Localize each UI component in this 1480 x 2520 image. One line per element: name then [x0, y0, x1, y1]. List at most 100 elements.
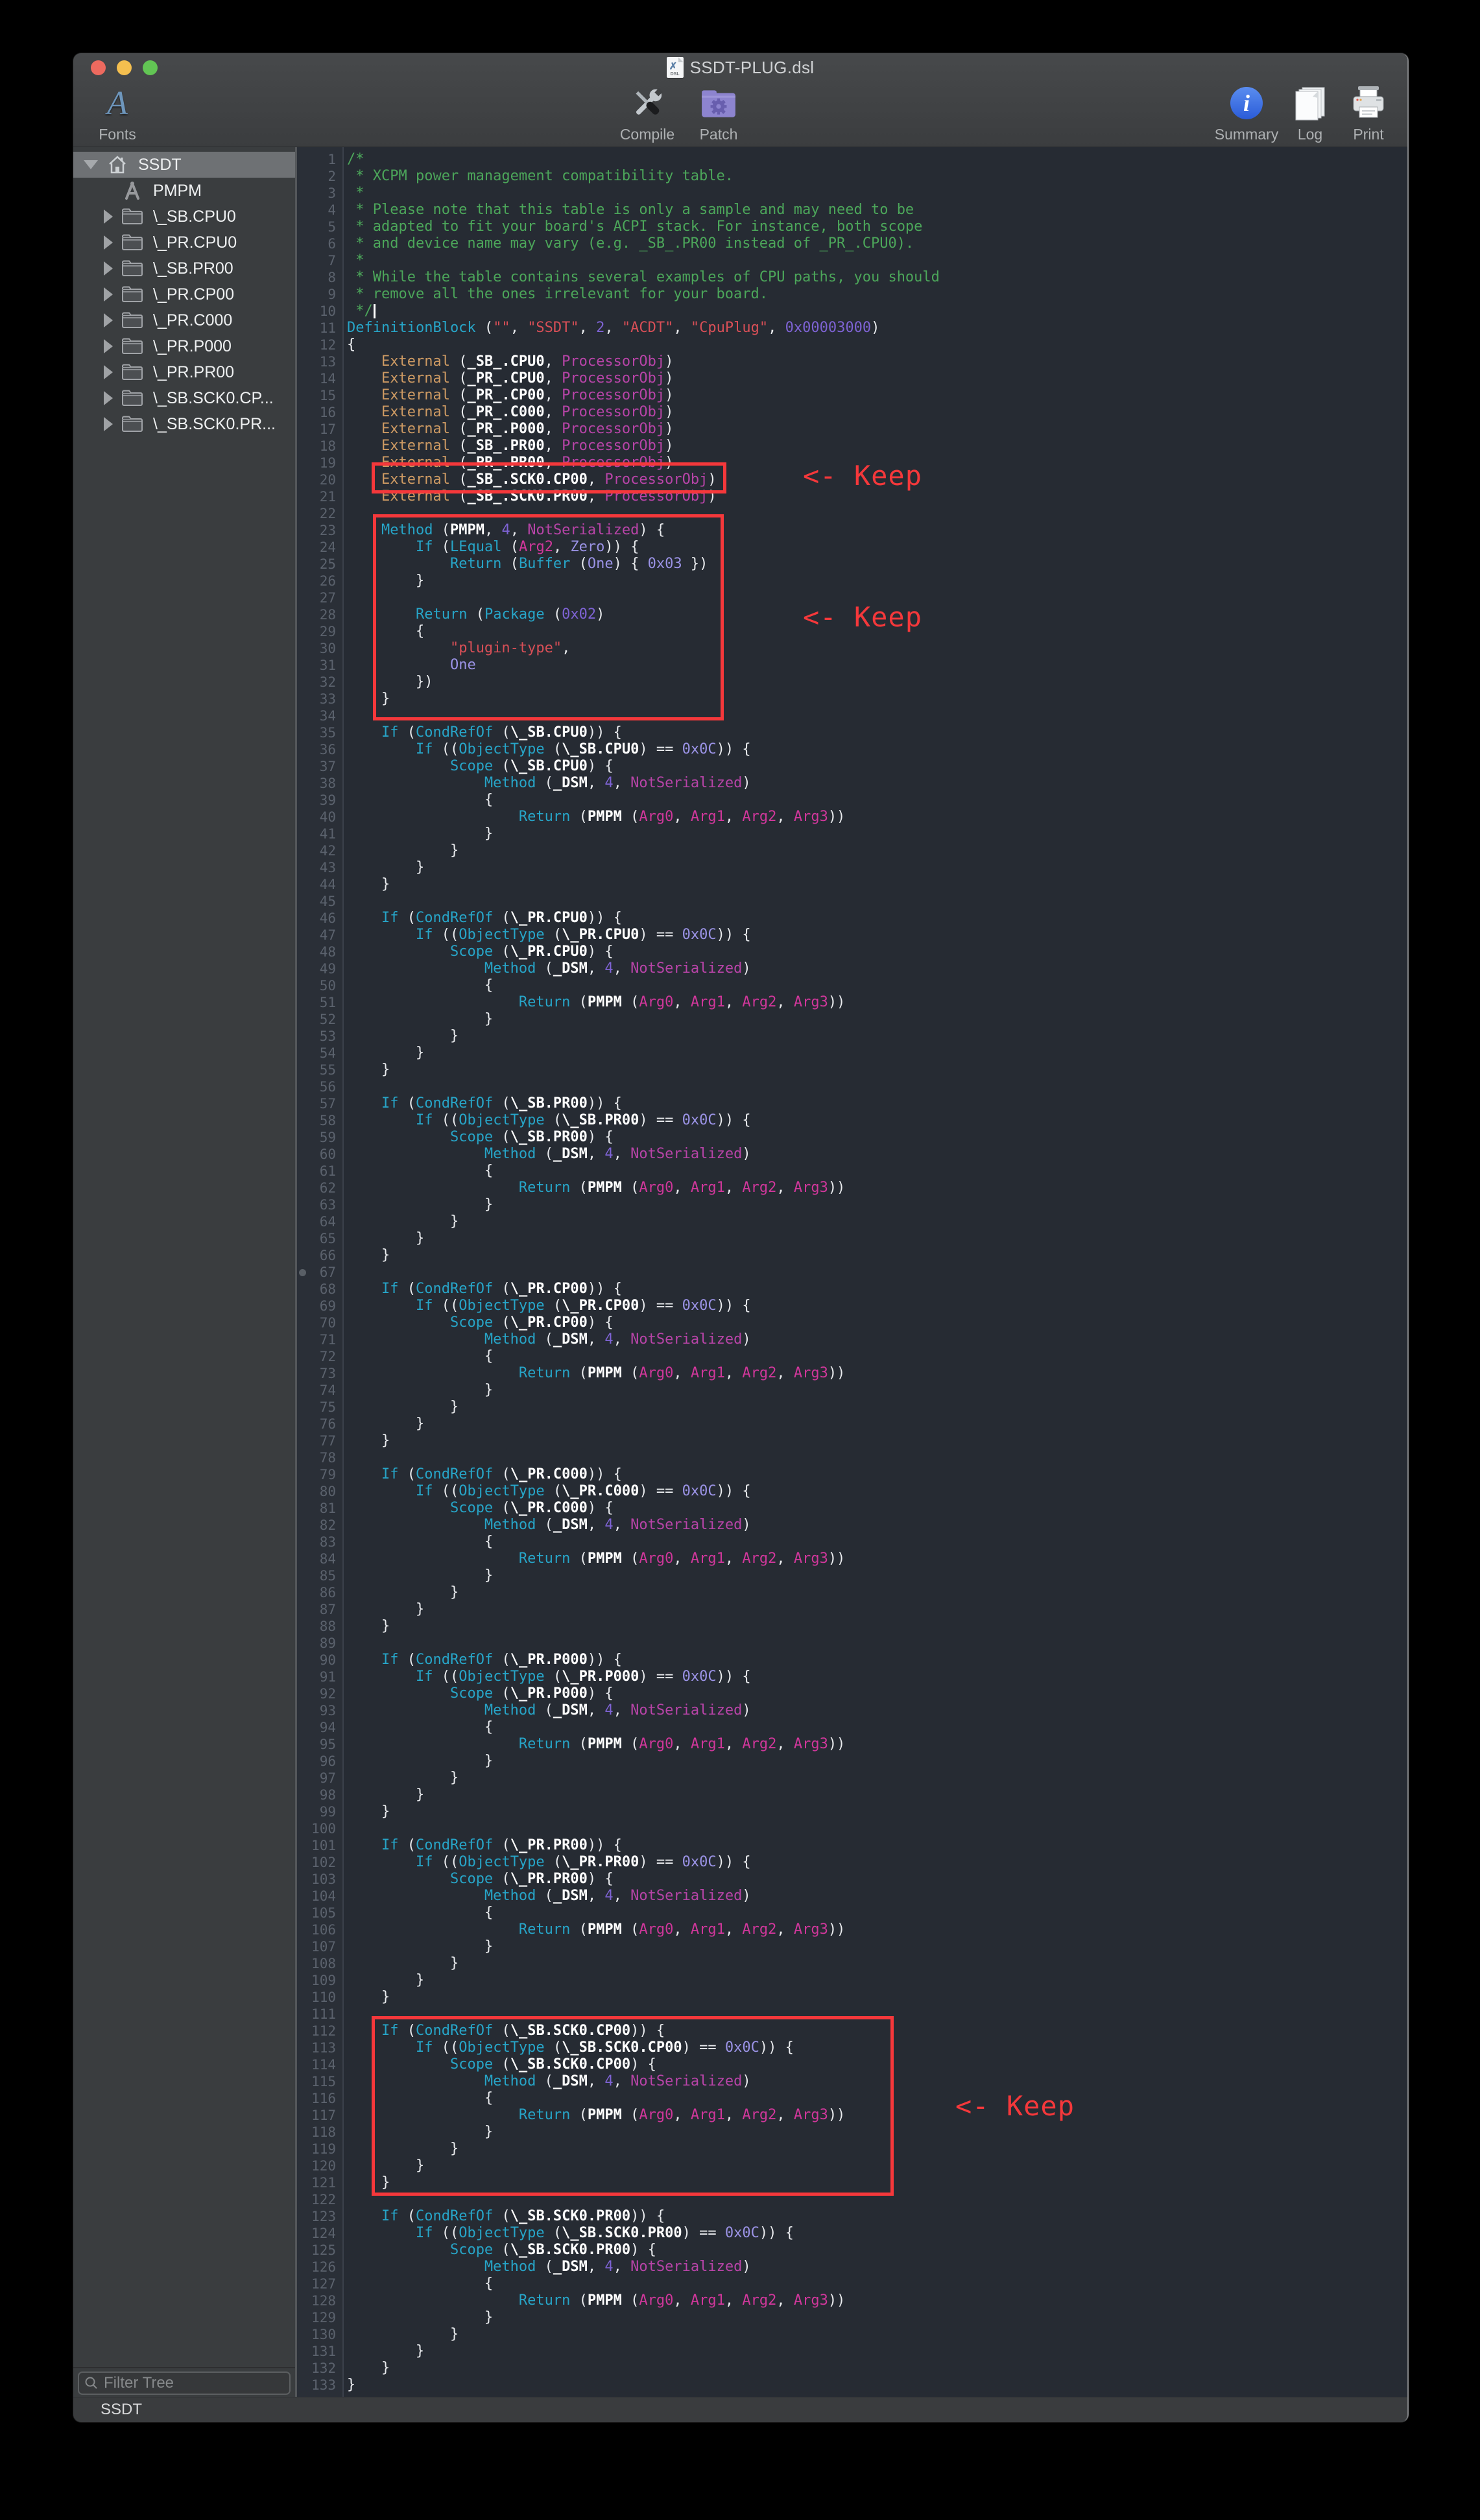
statusbar: SSDT [73, 2397, 1407, 2422]
code-line: * [347, 252, 1407, 269]
sidebar-item-ssdt[interactable]: SSDT [73, 152, 295, 178]
code-line: If (CondRefOf (\_SB.PR00)) { [347, 1095, 1407, 1112]
titlebar[interactable]: ✗ DSL SSDT-PLUG.dsl [73, 53, 1407, 82]
sidebar-item-sbcpu0[interactable]: \_SB.CPU0 [73, 204, 295, 230]
code-line: } [347, 2360, 1407, 2377]
filter-tree-input[interactable]: Filter Tree [78, 2371, 291, 2395]
fonts-label: Fonts [99, 126, 136, 143]
code-line: Scope (\_PR.PR00) { [347, 1871, 1407, 1888]
print-button[interactable]: Print [1341, 83, 1396, 143]
sidebar-item-label: \_PR.CPU0 [153, 233, 237, 252]
code-line: } [347, 1416, 1407, 1432]
code-line: } [347, 1989, 1407, 2006]
disclosure-right-icon[interactable] [104, 235, 113, 250]
code-line: } [347, 1787, 1407, 1803]
code-line: } [347, 2343, 1407, 2360]
code-line: Return (PMPM (Arg0, Arg1, Arg2, Arg3)) [347, 1551, 1407, 1567]
compile-button[interactable]: Compile [615, 83, 680, 143]
sidebar-item-label: \_SB.SCK0.PR... [153, 415, 276, 434]
code-line: Return (PMPM (Arg0, Arg1, Arg2, Arg3)) [347, 1921, 1407, 1938]
svg-text:i: i [1243, 90, 1250, 116]
sidebar-item-prpr00[interactable]: \_PR.PR00 [73, 359, 295, 385]
code-line: If ((ObjectType (\_SB.CPU0) == 0x0C)) { [347, 741, 1407, 758]
log-button[interactable]: Log [1284, 83, 1336, 143]
code-line: If ((ObjectType (\_SB.PR00) == 0x0C)) { [347, 1112, 1407, 1129]
sidebar-item-label: \_PR.C000 [153, 311, 232, 330]
log-icon [1292, 83, 1328, 123]
folder-icon [121, 286, 144, 303]
window-title: SSDT-PLUG.dsl [690, 58, 815, 78]
app-window: ✗ DSL SSDT-PLUG.dsl A Fonts [73, 53, 1409, 2422]
code-line: } [347, 1399, 1407, 1416]
sidebar-item-prp000[interactable]: \_PR.P000 [73, 333, 295, 359]
code-line: Return (PMPM (Arg0, Arg1, Arg2, Arg3)) [347, 994, 1407, 1011]
code-line: } [347, 2377, 1407, 2394]
search-icon [84, 2376, 99, 2390]
sidebar-item-prcp00[interactable]: \_PR.CP00 [73, 281, 295, 307]
code-line: } [347, 1196, 1407, 1213]
toolbar: A Fonts [73, 82, 1407, 147]
code-line: } [347, 1753, 1407, 1770]
disclosure-right-icon[interactable] [104, 365, 113, 379]
code-line: Scope (\_SB.SCK0.PR00) { [347, 2242, 1407, 2259]
summary-button[interactable]: i Summary [1214, 83, 1279, 143]
code-line: } [347, 1432, 1407, 1449]
code-line: External (_PR_.C000, ProcessorObj) [347, 404, 1407, 421]
disclosure-right-icon[interactable] [104, 417, 113, 431]
disclosure-right-icon[interactable] [104, 209, 113, 224]
code-line: If (CondRefOf (\_PR.CP00)) { [347, 1281, 1407, 1298]
keep-annotation-2: <- Keep [803, 601, 922, 633]
code-line [347, 1449, 1407, 1466]
code-line: } [347, 876, 1407, 893]
folder-icon [121, 338, 144, 355]
code-line: Return (PMPM (Arg0, Arg1, Arg2, Arg3)) [347, 1180, 1407, 1196]
disclosure-down-icon[interactable] [84, 160, 98, 169]
disclosure-right-icon[interactable] [104, 391, 113, 405]
sidebar-item-sbsck0cp[interactable]: \_SB.SCK0.CP... [73, 385, 295, 411]
code-line: Method (_DSM, 4, NotSerialized) [347, 1331, 1407, 1348]
code-line: { [347, 1905, 1407, 1921]
code-line: If (CondRefOf (\_PR.CPU0)) { [347, 910, 1407, 927]
annotation-box-external [372, 462, 726, 493]
code-line: If ((ObjectType (\_PR.P000) == 0x0C)) { [347, 1669, 1407, 1685]
disclosure-right-icon[interactable] [104, 287, 113, 302]
code-line: External (_SB_.CPU0, ProcessorObj) [347, 353, 1407, 370]
code-line: Method (_DSM, 4, NotSerialized) [347, 1517, 1407, 1534]
disclosure-right-icon[interactable] [104, 339, 113, 353]
folder-icon [121, 416, 144, 433]
summary-icon: i [1229, 83, 1264, 123]
log-label: Log [1298, 126, 1322, 143]
sidebar-item-prcpu0[interactable]: \_PR.CPU0 [73, 230, 295, 256]
patch-button[interactable]: Patch [686, 83, 751, 143]
code-line: } [347, 1247, 1407, 1264]
code-line [347, 1635, 1407, 1652]
sidebar-item-sbsck0pr[interactable]: \_SB.SCK0.PR... [73, 411, 295, 437]
sidebar-item-pmpm[interactable]: PMPM [73, 178, 295, 204]
code-line: } [347, 1955, 1407, 1972]
code-line: } [347, 859, 1407, 876]
code-line: } [347, 1045, 1407, 1062]
keep-annotation-3: <- Keep [955, 2090, 1075, 2122]
code-line: */ [347, 303, 1407, 320]
code-line: If ((ObjectType (\_PR.CP00) == 0x0C)) { [347, 1298, 1407, 1314]
code-line: } [347, 1028, 1407, 1045]
folder-icon [121, 390, 144, 407]
code-line: Scope (\_PR.CPU0) { [347, 944, 1407, 960]
sidebar-item-label: \_SB.CPU0 [153, 208, 236, 226]
folder-icon [121, 312, 144, 329]
sidebar-item-sbpr00[interactable]: \_SB.PR00 [73, 256, 295, 281]
code-line: If ((ObjectType (\_PR.C000) == 0x0C)) { [347, 1483, 1407, 1500]
sidebar-item-prc000[interactable]: \_PR.C000 [73, 307, 295, 333]
code-line: If (CondRefOf (\_SB.SCK0.PR00)) { [347, 2208, 1407, 2225]
code-line: Scope (\_SB.PR00) { [347, 1129, 1407, 1146]
fonts-icon: A [107, 84, 128, 123]
disclosure-right-icon[interactable] [104, 313, 113, 327]
disclosure-right-icon[interactable] [104, 261, 113, 276]
sidebar-tree: SSDTPMPM\_SB.CPU0\_PR.CPU0\_SB.PR00\_PR.… [73, 147, 295, 2367]
code-editor[interactable]: 1234567891011121314151617181920212223242… [297, 147, 1407, 2397]
code-line: * remove all the ones irrelevant for you… [347, 286, 1407, 303]
fonts-button[interactable]: A Fonts [85, 83, 150, 143]
folder-icon [121, 260, 144, 277]
line-marker-dot [299, 1269, 306, 1276]
code-line: If ((ObjectType (\_PR.CPU0) == 0x0C)) { [347, 927, 1407, 944]
